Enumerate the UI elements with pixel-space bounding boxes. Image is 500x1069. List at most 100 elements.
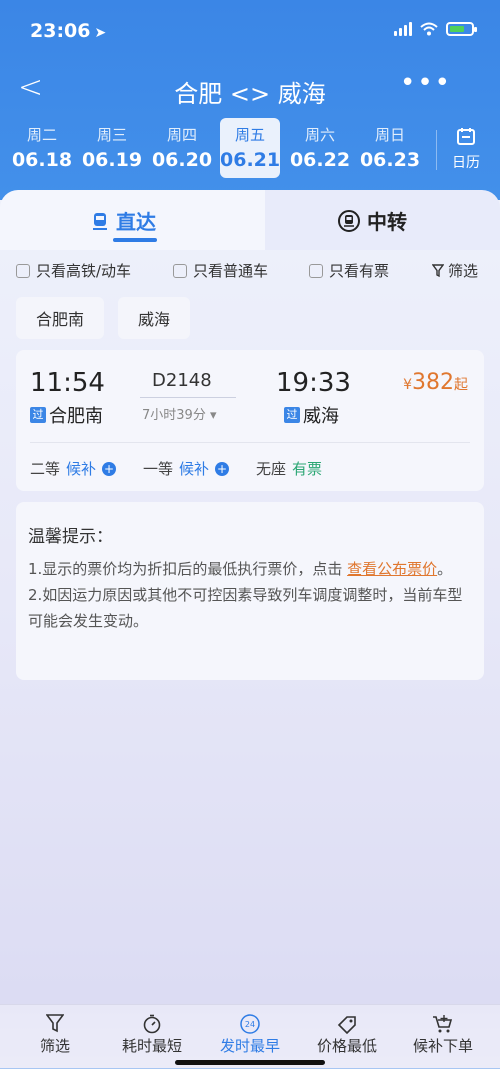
seat-no-seat[interactable]: 无座 有票 bbox=[256, 458, 322, 479]
tips-card: 温馨提示： 1.显示的票价均为折扣后的最低执行票价，点击 查看公布票价。 2.如… bbox=[16, 502, 484, 680]
filter-row: 只看高铁/动车 只看普通车 只看有票 筛选 bbox=[0, 260, 500, 284]
plus-icon: + bbox=[215, 461, 230, 476]
status-bar: 23:06 ➤ bbox=[0, 0, 500, 60]
via-badge: 过 bbox=[284, 407, 300, 423]
calendar-button[interactable]: 日历 bbox=[446, 126, 486, 172]
filter-button-label: 筛选 bbox=[447, 262, 478, 280]
view-published-price-link[interactable]: 查看公布票价 bbox=[347, 560, 437, 578]
nav-bar: < 合肥 <> 威海 ••• bbox=[0, 64, 500, 114]
station-chip-from[interactable]: 合肥南 bbox=[16, 297, 105, 339]
seat-class-label: 一等 bbox=[143, 460, 174, 478]
weekday-label: 周五 bbox=[234, 126, 265, 144]
arrival-time: 19:33 bbox=[276, 368, 351, 398]
filter-button[interactable]: 筛选 bbox=[431, 260, 478, 281]
seat-status: 有票 bbox=[292, 460, 323, 478]
bottom-cheapest-label: 价格最低 bbox=[316, 1037, 377, 1055]
date-selector: 周二 06.18 周三 06.19 周四 06.20 周五 06.21 周六 06.22 … bbox=[0, 118, 500, 182]
battery-icon bbox=[446, 22, 477, 36]
weekday-label: 周二 bbox=[26, 126, 57, 144]
checkbox-icon bbox=[173, 263, 187, 278]
filter-high-speed[interactable]: 只看高铁/动车 bbox=[16, 260, 131, 281]
tips-line-1-end: 。 bbox=[437, 560, 453, 578]
tab-direct-label: 直达 bbox=[116, 210, 156, 234]
funnel-icon bbox=[431, 263, 444, 277]
wifi-icon bbox=[420, 22, 438, 36]
date-tab-0623[interactable]: 周日 06.23 bbox=[358, 118, 422, 178]
seat-first-class[interactable]: 一等 候补 + bbox=[143, 458, 230, 479]
checkbox-icon bbox=[16, 263, 30, 278]
seat-status: 候补 bbox=[179, 460, 210, 478]
bottom-waitlist-button[interactable]: 候补下单 bbox=[398, 1013, 488, 1056]
tab-bar: 直达 中转 bbox=[0, 190, 500, 250]
bottom-shortest-label: 耗时最短 bbox=[121, 1037, 182, 1055]
train-icon bbox=[93, 212, 107, 230]
tips-line-1-text: 1.显示的票价均为折扣后的最低执行票价，点击 bbox=[28, 560, 348, 578]
price: ¥382 起 bbox=[403, 370, 468, 395]
departure-station-name: 合肥南 bbox=[49, 406, 103, 427]
date-label: 06.23 bbox=[359, 149, 421, 171]
date-tab-0622[interactable]: 周六 06.22 bbox=[288, 118, 352, 178]
filter-available-label: 只看有票 bbox=[329, 262, 390, 280]
duration-line bbox=[140, 397, 236, 398]
date-label: 06.19 bbox=[81, 149, 143, 171]
station-chip-to[interactable]: 威海 bbox=[118, 297, 191, 339]
status-icons bbox=[394, 22, 477, 36]
date-label: 06.21 bbox=[220, 149, 281, 171]
departure-station: 过合肥南 bbox=[30, 402, 103, 428]
seat-class-label: 二等 bbox=[30, 460, 61, 478]
price-tag-icon bbox=[337, 1016, 356, 1034]
date-label: 06.20 bbox=[151, 149, 213, 171]
weekday-label: 周六 bbox=[304, 126, 335, 144]
bottom-earliest-label: 发时最早 bbox=[219, 1037, 280, 1055]
card-divider bbox=[30, 442, 470, 443]
bottom-earliest-button[interactable]: 24 发时最早 bbox=[205, 1013, 295, 1056]
bottom-shortest-button[interactable]: 耗时最短 bbox=[107, 1013, 197, 1056]
date-tab-0621-selected[interactable]: 周五 06.21 bbox=[220, 118, 280, 178]
tab-transfer[interactable]: 中转 bbox=[265, 190, 500, 250]
departure-time: 11:54 bbox=[30, 368, 105, 398]
tab-direct[interactable]: 直达 bbox=[0, 190, 265, 250]
seat-class-label: 无座 bbox=[256, 460, 287, 478]
weekday-label: 周三 bbox=[96, 126, 127, 144]
date-tab-0619[interactable]: 周三 06.19 bbox=[80, 118, 144, 178]
cart-icon bbox=[433, 1015, 453, 1033]
filter-available[interactable]: 只看有票 bbox=[309, 260, 389, 281]
seat-status: 候补 bbox=[66, 460, 97, 478]
tab-underline bbox=[113, 238, 157, 242]
filter-regular[interactable]: 只看普通车 bbox=[173, 260, 268, 281]
price-value: 382 bbox=[412, 370, 454, 395]
tips-line-1: 1.显示的票价均为折扣后的最低执行票价，点击 查看公布票价。 bbox=[28, 556, 468, 582]
bottom-filter-button[interactable]: 筛选 bbox=[10, 1013, 100, 1056]
arrival-station: 过威海 bbox=[284, 402, 339, 428]
filter-high-speed-label: 只看高铁/动车 bbox=[36, 262, 132, 280]
seat-second-class[interactable]: 二等 候补 + bbox=[30, 458, 117, 479]
train-card[interactable]: 11:54 过合肥南 D2148 7小时39分 ▾ 19:33 过威海 ¥382… bbox=[16, 350, 484, 491]
via-badge: 过 bbox=[30, 407, 46, 423]
location-arrow-icon: ➤ bbox=[94, 25, 107, 41]
more-icon[interactable]: ••• bbox=[400, 68, 452, 98]
home-indicator bbox=[175, 1060, 325, 1065]
tips-title: 温馨提示： bbox=[28, 527, 113, 547]
calendar-icon bbox=[457, 128, 475, 145]
date-label: 06.22 bbox=[289, 149, 351, 171]
price-suffix: 起 bbox=[454, 377, 468, 393]
bottom-filter-label: 筛选 bbox=[39, 1037, 70, 1055]
date-tab-0618[interactable]: 周二 06.18 bbox=[10, 118, 74, 178]
tips-line-2: 2.如因运力原因或其他不可控因素导致列车调度调整时，当前车型可能会发生变动。 bbox=[28, 586, 463, 630]
duration[interactable]: 7小时39分 ▾ bbox=[142, 404, 217, 423]
bottom-cheapest-button[interactable]: 价格最低 bbox=[302, 1013, 392, 1056]
price-currency: ¥ bbox=[403, 377, 412, 393]
duration-text: 7小时39分 bbox=[142, 408, 206, 423]
date-tab-0620[interactable]: 周四 06.20 bbox=[150, 118, 214, 178]
filter-regular-label: 只看普通车 bbox=[193, 262, 269, 280]
svg-text:24: 24 bbox=[245, 1020, 255, 1029]
calendar-label: 日历 bbox=[452, 155, 480, 171]
tips-body: 1.显示的票价均为折扣后的最低执行票价，点击 查看公布票价。 2.如因运力原因或… bbox=[28, 556, 468, 634]
status-time: 23:06 ➤ bbox=[30, 20, 106, 42]
clock-24-icon: 24 bbox=[240, 1014, 260, 1034]
transfer-icon bbox=[338, 209, 360, 232]
stopwatch-icon bbox=[143, 1014, 161, 1034]
caret-down-icon: ▾ bbox=[209, 408, 217, 423]
tab-transfer-content: 中转 bbox=[337, 206, 407, 235]
funnel-icon bbox=[46, 1014, 64, 1033]
